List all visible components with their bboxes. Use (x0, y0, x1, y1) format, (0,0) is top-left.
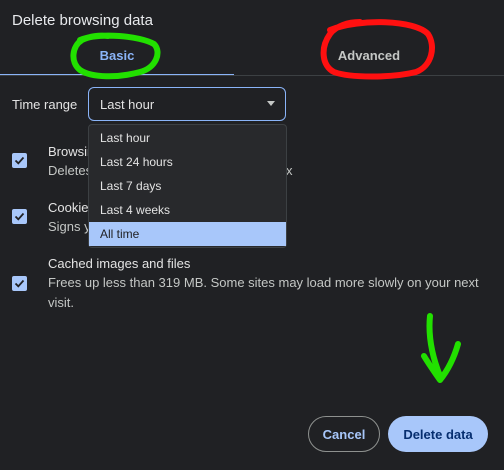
browsing-history-checkbox[interactable] (12, 153, 27, 168)
cached-images-description: Frees up less than 319 MB. Some sites ma… (48, 275, 479, 290)
cancel-button[interactable]: Cancel (308, 416, 380, 452)
cookies-checkbox[interactable] (12, 209, 27, 224)
cookies-title: Cookie (48, 200, 89, 215)
tab-basic[interactable]: Basic (0, 34, 234, 76)
time-range-option-last-4-weeks[interactable]: Last 4 weeks (89, 198, 286, 222)
delete-browsing-data-dialog: Delete browsing data Basic Advanced Time… (0, 0, 504, 470)
cached-images-title: Cached images and files (48, 256, 191, 271)
checkmark-icon (14, 279, 25, 288)
dropdown-caret-icon (267, 101, 275, 106)
time-range-selected-value: Last hour (100, 96, 155, 112)
time-range-label: Time range (12, 97, 78, 112)
tabs-divider (0, 75, 504, 76)
time-range-option-last-24-hours[interactable]: Last 24 hours (89, 150, 286, 174)
tab-bar: Basic Advanced (0, 34, 504, 76)
cookies-description: Signs y (48, 219, 91, 234)
browsing-history-description: Deletes (48, 163, 93, 178)
checkmark-icon (14, 156, 25, 165)
dialog-title: Delete browsing data (12, 12, 153, 29)
cached-images-description-continued: visit. (48, 295, 74, 310)
green-arrow-annotation (421, 313, 461, 383)
cached-images-checkbox[interactable] (12, 276, 27, 291)
time-range-dropdown-list: Last hour Last 24 hours Last 7 days Last… (88, 124, 287, 248)
checkmark-icon (14, 212, 25, 221)
time-range-option-all-time[interactable]: All time (89, 222, 286, 246)
time-range-option-last-hour[interactable]: Last hour (89, 126, 286, 150)
time-range-select[interactable]: Last hour (88, 87, 286, 121)
time-range-option-last-7-days[interactable]: Last 7 days (89, 174, 286, 198)
tab-advanced[interactable]: Advanced (234, 34, 504, 76)
delete-data-button[interactable]: Delete data (388, 416, 488, 452)
